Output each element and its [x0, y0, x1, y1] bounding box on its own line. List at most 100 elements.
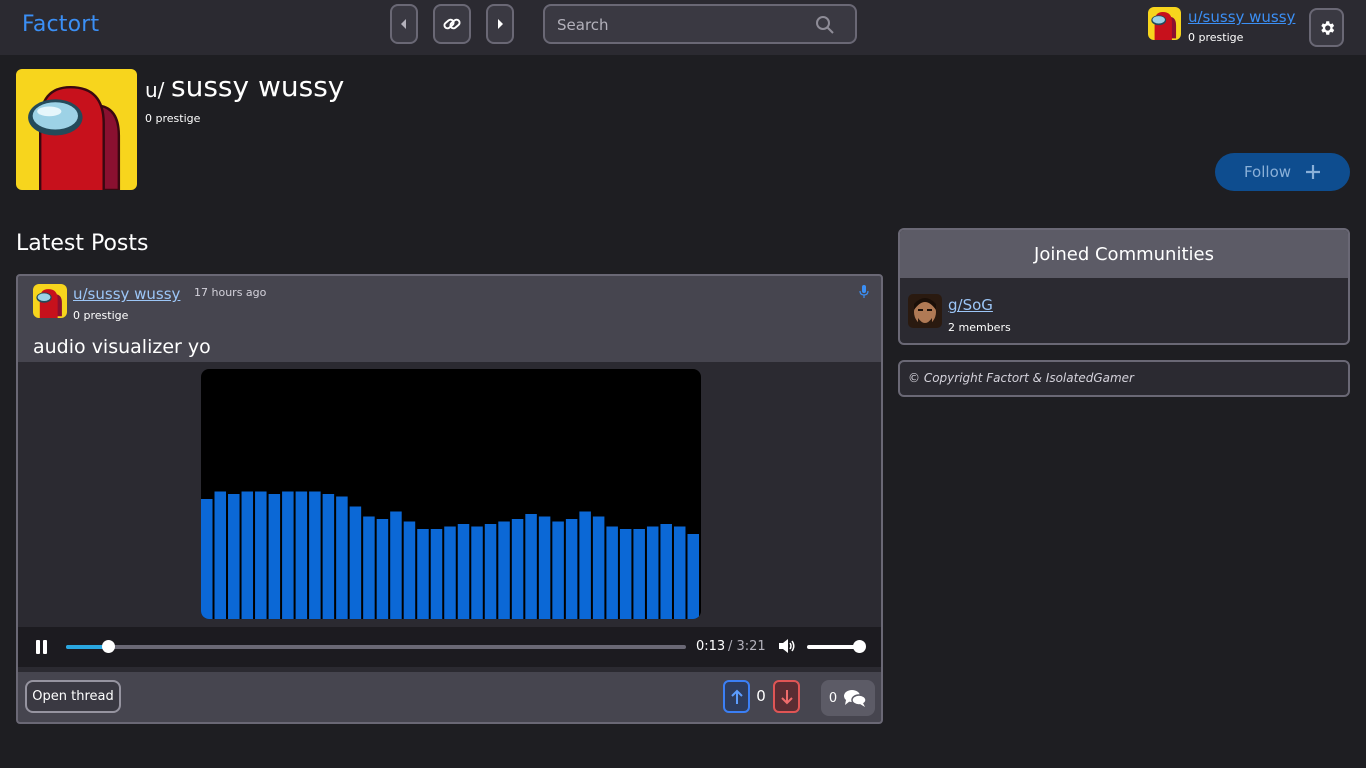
- gear-icon: [1320, 20, 1334, 35]
- visualizer-bar: [403, 521, 416, 619]
- visualizer-bar: [417, 529, 429, 619]
- visualizer-bar: [579, 511, 591, 619]
- visualizer-bar: [214, 491, 227, 619]
- follow-button[interactable]: Follow: [1215, 153, 1350, 191]
- pause-icon: [36, 640, 40, 654]
- community-members: 2 members: [948, 321, 1011, 334]
- post-author-avatar[interactable]: [33, 284, 67, 318]
- upvote-button[interactable]: [723, 680, 750, 713]
- visualizer-bar: [511, 519, 524, 619]
- vote-count: 0: [756, 687, 766, 705]
- post-timestamp: 17 hours ago: [194, 286, 267, 299]
- follow-label: Follow: [1243, 163, 1292, 181]
- visualizer-bar: [498, 521, 510, 619]
- visualizer-bar: [552, 521, 564, 619]
- visualizer-bar: [349, 506, 362, 619]
- audio-player: 0:13 / 3:21: [18, 627, 881, 667]
- profile-prestige: 0 prestige: [145, 112, 201, 125]
- comment-count: 0: [828, 690, 838, 706]
- arrow-up-icon: [730, 689, 743, 704]
- audio-visualizer: [201, 369, 701, 619]
- copyright-notice: © Copyright Factort & IsolatedGamer: [898, 360, 1350, 397]
- open-thread-button[interactable]: Open thread: [25, 680, 121, 713]
- visualizer-bar: [484, 524, 497, 619]
- pause-icon: [43, 640, 47, 654]
- microphone-icon: [859, 285, 869, 298]
- visualizer-bar: [606, 526, 618, 619]
- visualizer-bar: [660, 524, 672, 619]
- visualizer-bar: [363, 516, 375, 619]
- chevron-left-icon: [401, 19, 406, 29]
- community-link[interactable]: g/SoG: [948, 296, 993, 314]
- visualizer-bar: [673, 526, 686, 619]
- volume-slider[interactable]: [807, 640, 866, 653]
- community-avatar-image: [908, 294, 942, 328]
- visualizer-bar: [241, 491, 254, 619]
- visualizer-bar: [430, 529, 443, 619]
- volume-icon[interactable]: [778, 638, 796, 654]
- current-time: 0:13: [696, 639, 726, 654]
- duration: / 3:21: [728, 639, 766, 654]
- section-title: Latest Posts: [16, 231, 149, 256]
- arrow-down-icon: [780, 689, 793, 704]
- profile-username-prefix: u/: [145, 78, 165, 102]
- visualizer-bar: [282, 491, 294, 619]
- visualizer-bar: [295, 491, 308, 619]
- visualizer-bar: [457, 524, 470, 619]
- settings-button[interactable]: [1309, 8, 1344, 47]
- visualizer-bar: [390, 511, 402, 619]
- audio-media: 0:13 / 3:21: [18, 362, 881, 672]
- visualizer-bar: [309, 491, 321, 619]
- post-card: u/sussy wussy 17 hours ago 0 prestige au…: [16, 274, 883, 724]
- user-avatar[interactable]: [1148, 7, 1181, 40]
- visualizer-bar: [633, 529, 645, 619]
- comments-button[interactable]: 0: [821, 680, 875, 716]
- visualizer-bar: [255, 491, 267, 619]
- post-author-link[interactable]: u/sussy wussy: [73, 285, 180, 303]
- chevron-right-icon: [498, 19, 503, 29]
- current-user-prestige: 0 prestige: [1188, 31, 1244, 44]
- forward-button[interactable]: [486, 4, 514, 44]
- visualizer-bar: [646, 526, 659, 619]
- copy-link-button[interactable]: [433, 4, 471, 44]
- visualizer-bar: [687, 534, 699, 619]
- joined-communities-panel: Joined Communities g/SoG 2 members: [898, 228, 1350, 345]
- visualizer-bar: [525, 514, 537, 619]
- brand-logo[interactable]: Factort: [22, 12, 99, 37]
- visualizer-bar: [228, 494, 240, 619]
- search-input[interactable]: [557, 14, 807, 36]
- profile-avatar: [16, 69, 137, 190]
- visualizer-bars: [201, 491, 699, 619]
- post-title: audio visualizer yo: [33, 336, 211, 358]
- visualizer-bar: [376, 519, 389, 619]
- visualizer-bar: [444, 526, 456, 619]
- visualizer-bar: [322, 494, 335, 619]
- profile-username: sussy wussy: [171, 70, 345, 103]
- search-box: [543, 4, 857, 44]
- visualizer-bar: [565, 519, 578, 619]
- plus-icon: [1306, 165, 1321, 179]
- visualizer-bar: [201, 499, 213, 619]
- comments-icon: [844, 690, 867, 707]
- visualizer-bar: [336, 496, 348, 619]
- seek-bar[interactable]: [66, 640, 686, 653]
- visualizer-bar: [592, 516, 605, 619]
- pause-button[interactable]: [36, 640, 48, 654]
- visualizer-bar: [268, 494, 281, 619]
- community-avatar[interactable]: [908, 294, 942, 328]
- visualizer-bar: [619, 529, 632, 619]
- search-icon[interactable]: [815, 15, 835, 35]
- visualizer-bar: [471, 526, 483, 619]
- current-user-link[interactable]: u/sussy wussy: [1188, 8, 1295, 26]
- visualizer-bar: [538, 516, 551, 619]
- volume-handle[interactable]: [853, 640, 866, 653]
- link-icon: [443, 18, 461, 30]
- post-author-prestige: 0 prestige: [73, 309, 129, 322]
- crewmate-avatar-image: [1148, 7, 1181, 40]
- seek-handle[interactable]: [102, 640, 116, 653]
- downvote-button[interactable]: [773, 680, 800, 713]
- top-bar: Factort u/sussy wussy 0 prestige: [0, 0, 1366, 55]
- crewmate-avatar-image: [16, 69, 137, 190]
- crewmate-avatar-image: [33, 284, 67, 318]
- back-button[interactable]: [390, 4, 418, 44]
